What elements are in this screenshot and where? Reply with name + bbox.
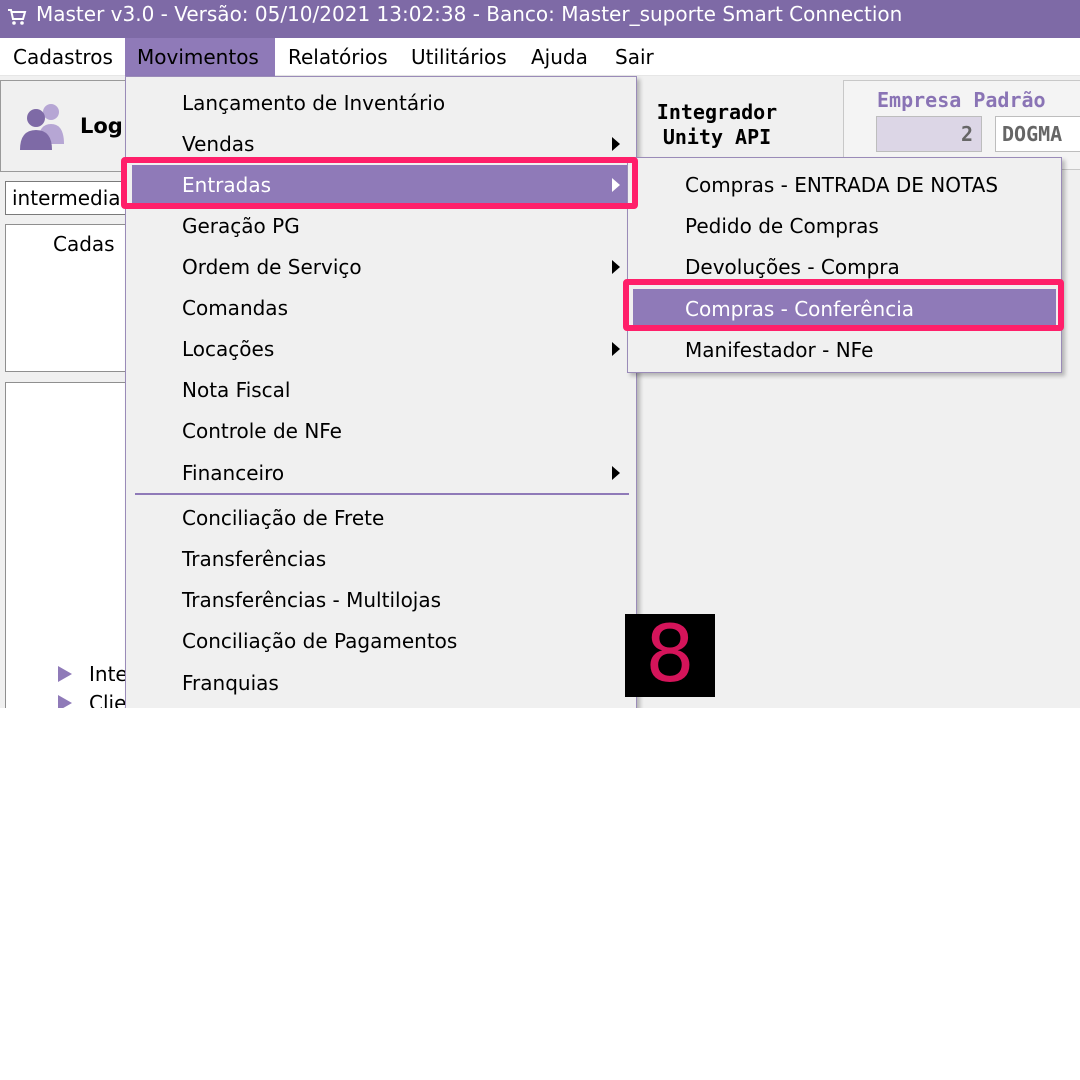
window-title: Master v3.0 - Versão: 05/10/2021 13:02:3… (36, 2, 903, 26)
menu-relatorios[interactable]: Relatórios (276, 38, 400, 76)
menu-item-conciliacao-pagamentos[interactable]: Conciliação de Pagamentos (126, 621, 636, 661)
tree-item[interactable]: Clie (89, 691, 126, 708)
menu-item-geracao-pg[interactable]: Geração PG (126, 206, 636, 246)
integrador-line1: Integrador (656, 100, 778, 124)
title-bar: Master v3.0 - Versão: 05/10/2021 13:02:3… (0, 0, 1080, 38)
tree-item[interactable]: Inte (89, 662, 128, 686)
menu-item-label: Pedido de Compras (685, 214, 879, 238)
annotation-highlight-compras-conferencia (623, 279, 1064, 331)
submenu-item-pedido-compras[interactable]: Pedido de Compras (628, 206, 1061, 246)
list-panel (5, 382, 135, 708)
submenu-arrow-icon (612, 466, 620, 480)
menu-item-ordem-servico[interactable]: Ordem de Serviço (126, 247, 636, 287)
menu-item-conciliacao-frete[interactable]: Conciliação de Frete (126, 498, 636, 538)
menu-item-transferencias-multilojas[interactable]: Transferências - Multilojas (126, 580, 636, 620)
menu-item-transferencias[interactable]: Transferências (126, 539, 636, 579)
menu-item-comandas[interactable]: Comandas (126, 288, 636, 328)
menu-item-label: Nota Fiscal (182, 378, 291, 402)
menu-item-locacoes[interactable]: Locações (126, 329, 636, 369)
menu-item-label: Controle de NFe (182, 419, 342, 443)
integrador-label[interactable]: Integrador Unity API (642, 100, 792, 150)
step-number-badge: 8 (625, 614, 715, 697)
menu-utilitarios[interactable]: Utilitários (399, 38, 519, 76)
menu-separator (135, 493, 629, 495)
application-window: Master v3.0 - Versão: 05/10/2021 13:02:3… (0, 0, 1080, 708)
submenu-arrow-icon (612, 137, 620, 151)
menu-item-nota-fiscal[interactable]: Nota Fiscal (126, 370, 636, 410)
menu-movimentos[interactable]: Movimentos (125, 38, 275, 76)
empresa-name-field[interactable]: DOGMA (995, 116, 1080, 152)
submenu-item-compras-entrada-notas[interactable]: Compras - ENTRADA DE NOTAS (628, 165, 1061, 205)
menu-item-label: Conciliação de Frete (182, 506, 385, 530)
users-icon (20, 104, 64, 150)
expand-arrow-icon[interactable] (58, 666, 72, 682)
menu-item-label: Lançamento de Inventário (182, 91, 446, 115)
menu-item-label: Ordem de Serviço (182, 255, 362, 279)
integrador-line2: Unity API (662, 125, 772, 149)
annotation-highlight-entradas (121, 157, 638, 209)
expand-arrow-icon[interactable] (58, 695, 72, 708)
submenu-arrow-icon (612, 260, 620, 274)
menu-item-label: Compras - ENTRADA DE NOTAS (685, 173, 999, 197)
menu-item-label: Conciliação de Pagamentos (182, 629, 458, 653)
empresa-title: Empresa Padrão (877, 88, 1046, 112)
menu-item-label: Manifestador - NFe (685, 338, 874, 362)
cart-icon (8, 9, 27, 25)
menu-ajuda[interactable]: Ajuda (519, 38, 600, 76)
login-label[interactable]: Log (80, 114, 123, 138)
menu-item-lancamento-inventario[interactable]: Lançamento de Inventário (126, 83, 636, 123)
submenu-arrow-icon (612, 342, 620, 356)
menu-item-controle-nfe[interactable]: Controle de NFe (126, 411, 636, 451)
entradas-submenu: Compras - ENTRADA DE NOTAS Pedido de Com… (627, 157, 1062, 373)
menu-item-franquias[interactable]: Franquias (126, 663, 636, 703)
menu-item-label: Geração PG (182, 214, 300, 238)
menu-cadastros[interactable]: Cadastros (1, 38, 125, 76)
tree-label: Cadas (53, 232, 115, 256)
menu-item-financeiro[interactable]: Financeiro (126, 453, 636, 493)
menu-sair[interactable]: Sair (603, 38, 666, 76)
menu-item-label: Comandas (182, 296, 288, 320)
menu-item-label: Locações (182, 337, 275, 361)
empresa-code-field[interactable]: 2 (876, 116, 982, 152)
submenu-item-manifestador-nfe[interactable]: Manifestador - NFe (628, 330, 1061, 370)
menu-bar: Cadastros Movimentos Relatórios Utilitár… (0, 38, 1080, 76)
menu-item-label: Financeiro (182, 461, 285, 485)
search-input[interactable]: intermedia (5, 181, 135, 215)
menu-item-label: Transferências - Multilojas (182, 588, 442, 612)
menu-item-label: Franquias (182, 671, 279, 695)
menu-item-label: Transferências (182, 547, 327, 571)
